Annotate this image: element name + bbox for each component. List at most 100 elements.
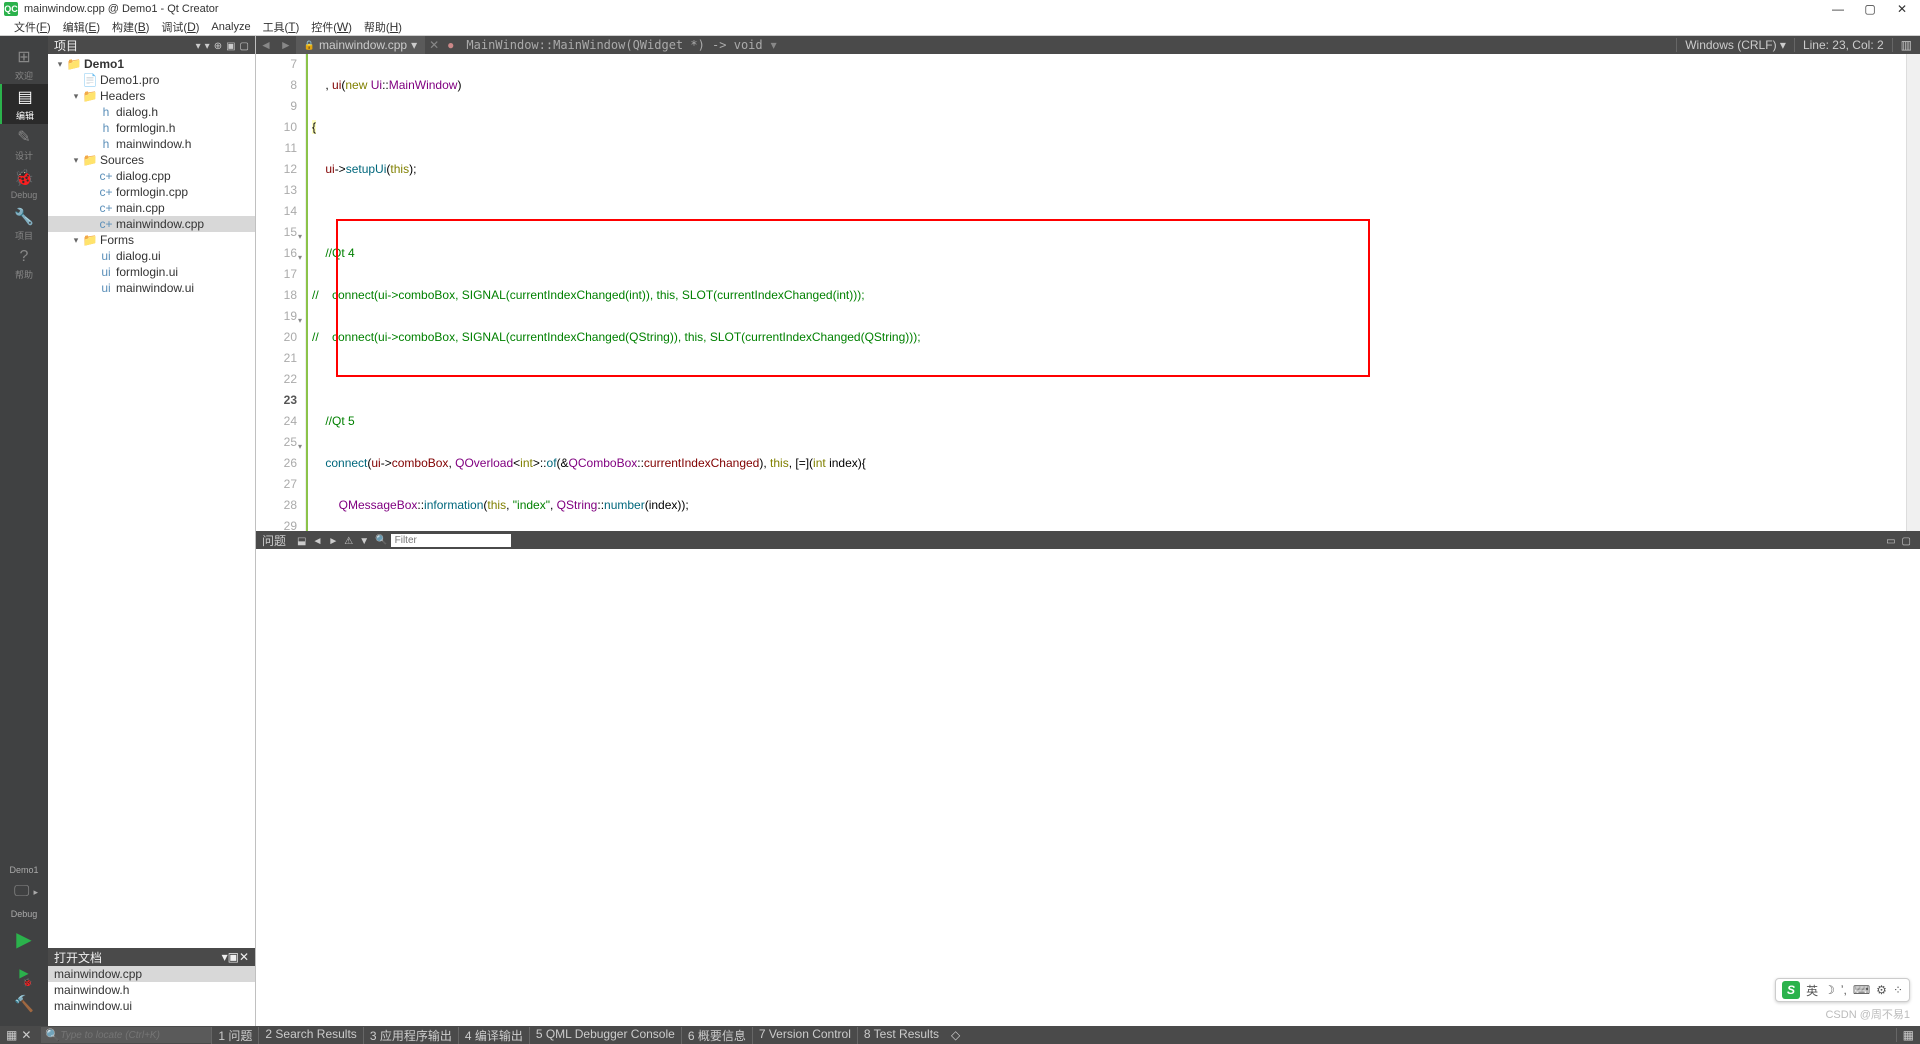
project-tree[interactable]: ▾📁Demo1📄Demo1.pro▾📁Headershdialog.hhform… [48,54,255,948]
minimize-button[interactable]: — [1832,3,1844,15]
line-number[interactable]: 8 [256,75,297,96]
line-number[interactable]: 16▾ [256,243,297,264]
menu-B[interactable]: 构建(B) [106,19,155,35]
open-doc-mainwindow.h[interactable]: mainwindow.h [48,982,255,998]
open-docs-tool-2[interactable]: ✕ [239,950,249,964]
line-number[interactable]: 13 [256,180,297,201]
close-button[interactable]: ✕ [1896,3,1908,15]
line-number[interactable]: 14 [256,201,297,222]
cursor-position[interactable]: Line: 23, Col: 2 [1794,38,1892,52]
ime-moon-icon[interactable]: ☽ [1824,983,1835,997]
menu-W[interactable]: 控件(W) [305,19,358,35]
run-button[interactable]: ▶ [12,923,35,956]
line-number[interactable]: 29 [256,516,297,531]
menu-D[interactable]: 调试(D) [155,19,205,35]
line-number[interactable]: 22 [256,369,297,390]
line-number[interactable]: 26 [256,453,297,474]
tree-item-main.cpp[interactable]: c+main.cpp [48,200,255,216]
tree-item-dialog.h[interactable]: hdialog.h [48,104,255,120]
tree-item-Forms[interactable]: ▾📁Forms [48,232,255,248]
run-debug-button[interactable]: ▶ 🐞 [15,960,32,986]
line-ending-selector[interactable]: Windows (CRLF) ▾ [1676,38,1794,52]
output-tab[interactable]: 8 Test Results [857,1027,945,1044]
line-number[interactable]: 27 [256,474,297,495]
tabs-arrow-icon[interactable]: ◇ [945,1028,966,1042]
output-tab[interactable]: 6 概要信息 [681,1027,752,1044]
issues-tool-3[interactable]: ⚠ [344,536,353,547]
tree-item-Headers[interactable]: ▾📁Headers [48,88,255,104]
issues-tool-2[interactable]: ► [328,536,338,547]
activity-编辑[interactable]: ▤编辑 [0,84,48,124]
menu-H[interactable]: 帮助(H) [358,19,408,35]
status-left-icon-0[interactable]: ▦ [6,1028,17,1042]
ime-toolbar[interactable]: S 英 ☽ ʼ, ⌨ ⚙ ⁘ [1775,978,1910,1002]
output-tab[interactable]: 2 Search Results [258,1027,362,1044]
build-button[interactable]: 🔨 [10,990,38,1018]
menu-Analyze[interactable]: Analyze [205,21,256,33]
line-number[interactable]: 21 [256,348,297,369]
line-number[interactable]: 28 [256,495,297,516]
tree-item-Demo1.pro[interactable]: 📄Demo1.pro [48,72,255,88]
vertical-scrollbar[interactable] [1906,54,1920,531]
ime-lang[interactable]: 英 [1806,982,1818,999]
tree-item-Demo1[interactable]: ▾📁Demo1 [48,56,255,72]
issues-right-tool-0[interactable]: ▭ [1886,536,1895,547]
line-number[interactable]: 12 [256,159,297,180]
line-number[interactable]: 20 [256,327,297,348]
ime-grid-icon[interactable]: ⁘ [1893,983,1903,997]
tree-item-Sources[interactable]: ▾📁Sources [48,152,255,168]
output-toggle-button[interactable]: ▦ [1896,1028,1920,1042]
line-number[interactable]: 7 [256,54,297,75]
project-tool-0[interactable]: ▾ [196,41,201,52]
line-number-gutter[interactable]: 789101112131415▾16▾171819▾202122232425▾2… [256,54,306,531]
line-number[interactable]: 10 [256,117,297,138]
code-editor[interactable]: 789101112131415▾16▾171819▾202122232425▾2… [256,54,1920,531]
tree-item-mainwindow.h[interactable]: hmainwindow.h [48,136,255,152]
kit-selector-icon[interactable]: 🖵 [10,879,33,905]
open-doc-mainwindow.cpp[interactable]: mainwindow.cpp [48,966,255,982]
activity-欢迎[interactable]: ⊞欢迎 [0,44,48,84]
output-tab[interactable]: 4 编译输出 [458,1027,529,1044]
tree-item-formlogin.ui[interactable]: uiformlogin.ui [48,264,255,280]
line-number[interactable]: 18 [256,285,297,306]
line-number[interactable]: 17 [256,264,297,285]
project-tool-4[interactable]: ▢ [240,41,249,52]
line-number[interactable]: 19▾ [256,306,297,327]
line-number[interactable]: 25▾ [256,432,297,453]
project-tool-1[interactable]: ▾ [205,41,210,52]
issues-right-tool-1[interactable]: ▢ [1902,536,1911,547]
output-tab[interactable]: 7 Version Control [752,1027,857,1044]
open-doc-mainwindow.ui[interactable]: mainwindow.ui [48,998,255,1014]
project-tool-3[interactable]: ▣ [226,41,235,52]
ime-keyboard-icon[interactable]: ⌨ [1853,983,1870,997]
tree-item-mainwindow.cpp[interactable]: c+mainwindow.cpp [48,216,255,232]
symbol-breadcrumb[interactable]: MainWindow::MainWindow(QWidget *) -> voi… [458,38,770,52]
split-button[interactable]: ▥ [1892,38,1920,52]
tree-item-mainwindow.ui[interactable]: uimainwindow.ui [48,280,255,296]
nav-forward-button[interactable]: ► [276,38,296,52]
locator-box[interactable]: 🔍 [41,1027,211,1043]
output-tab[interactable]: 1 问题 [211,1027,258,1044]
issues-content[interactable] [256,549,1920,1026]
tree-item-formlogin.cpp[interactable]: c+formlogin.cpp [48,184,255,200]
output-tab[interactable]: 5 QML Debugger Console [529,1027,681,1044]
ime-settings-icon[interactable]: ⚙ [1876,983,1887,997]
menu-F[interactable]: 文件(F) [8,19,57,35]
menu-T[interactable]: 工具(T) [257,19,306,35]
nav-back-button[interactable]: ◄ [256,38,276,52]
open-docs-tool-1[interactable]: ▣ [228,950,239,964]
activity-Debug[interactable]: 🐞Debug [0,164,48,204]
tree-item-dialog.ui[interactable]: uidialog.ui [48,248,255,264]
activity-项目[interactable]: 🔧项目 [0,204,48,244]
issues-tool-0[interactable]: ⬓ [297,536,306,547]
issues-filter-input[interactable] [391,534,511,547]
output-tab[interactable]: 3 应用程序输出 [363,1027,458,1044]
project-tool-2[interactable]: ⊕ [214,41,222,52]
line-number[interactable]: 23 [256,390,297,411]
line-number[interactable]: 15▾ [256,222,297,243]
status-left-icon-1[interactable]: ✕ [21,1028,31,1042]
activity-设计[interactable]: ✎设计 [0,124,48,164]
line-number[interactable]: 11 [256,138,297,159]
tree-item-dialog.cpp[interactable]: c+dialog.cpp [48,168,255,184]
ime-punct-icon[interactable]: ʼ, [1841,983,1847,997]
